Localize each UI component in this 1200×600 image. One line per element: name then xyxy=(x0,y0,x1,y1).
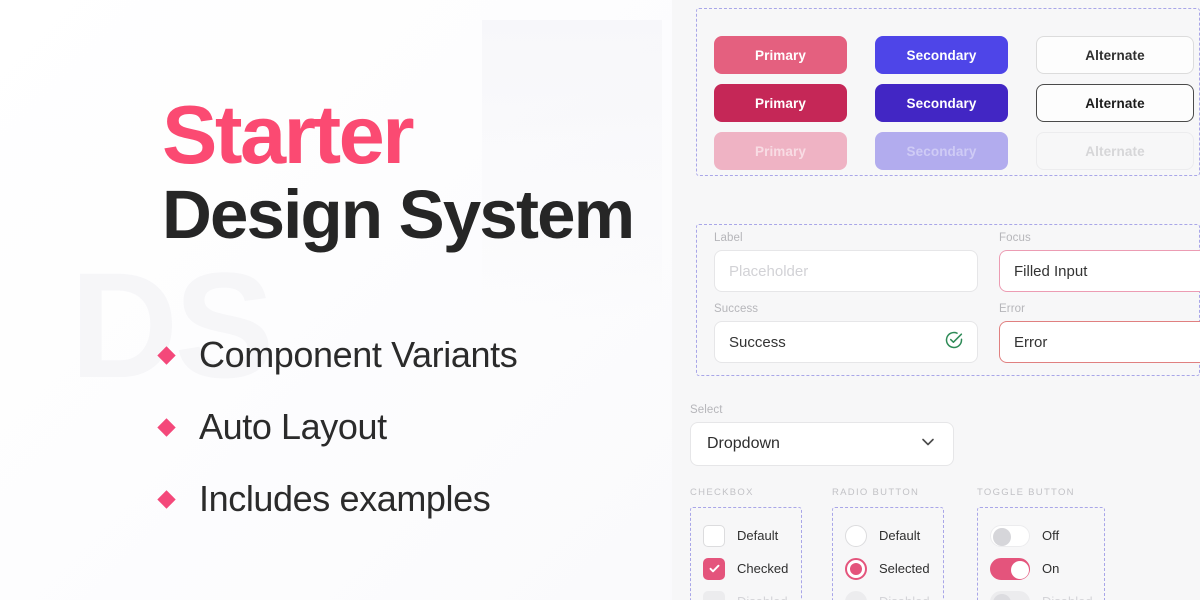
toggle-on[interactable] xyxy=(990,557,1030,580)
secondary-button-disabled: Secondary xyxy=(875,132,1008,170)
list-item: Includes examples xyxy=(157,478,517,520)
alternate-button-default[interactable]: Alternate xyxy=(1036,36,1194,74)
select-field-wrapper: Select Dropdown xyxy=(690,404,954,466)
checkbox-row-disabled: Disabled xyxy=(703,585,789,600)
checkbox-label-checked: Checked xyxy=(737,561,789,576)
toggle-label-off: Off xyxy=(1042,528,1060,543)
toggle-label-on: On xyxy=(1042,561,1060,576)
title-line-starter: Starter xyxy=(162,88,415,181)
diamond-bullet-icon xyxy=(157,489,176,509)
focus-field-input[interactable]: Filled Input xyxy=(999,250,1200,292)
check-circle-icon xyxy=(944,330,964,354)
label-field-wrapper: Label Placeholder xyxy=(714,232,978,292)
alternate-button-column: Alternate Alternate Alternate xyxy=(1036,36,1194,180)
error-field-input[interactable]: Error xyxy=(999,321,1200,363)
error-field-wrapper: Error Error xyxy=(999,303,1200,363)
radio-selected[interactable] xyxy=(845,557,867,580)
page-title: Starter Design System xyxy=(162,88,635,254)
checkbox-label-disabled: Disabled xyxy=(737,594,788,600)
feature-label: Component Variants xyxy=(199,334,518,375)
select-value: Dropdown xyxy=(707,435,780,452)
components-panel: Primary Primary Primary Secondary Second… xyxy=(672,0,1200,600)
title-line-design-system: Design System xyxy=(162,176,635,254)
select-label: Select xyxy=(690,404,723,416)
feature-list: Component Variants Auto Layout Includes … xyxy=(157,334,518,550)
diamond-bullet-icon xyxy=(157,345,176,365)
toggle-knob xyxy=(993,527,1011,546)
radio-label-disabled: Disabled xyxy=(879,594,930,600)
success-field-label: Success xyxy=(714,303,759,315)
alternate-button-pressed[interactable]: Alternate xyxy=(1036,84,1194,122)
focus-field-label: Focus xyxy=(999,232,1031,244)
radio-label-selected: Selected xyxy=(879,561,930,576)
toggle-row-off: Off xyxy=(990,519,1092,552)
toggle-off[interactable] xyxy=(990,524,1030,547)
checkbox-group-guide: Default Checked Disabled xyxy=(690,507,802,600)
toggle-group-guide: Off On Disabled xyxy=(977,507,1105,600)
checkmark-icon xyxy=(709,564,719,573)
toggle-disabled xyxy=(990,590,1030,600)
radio-row-default: Default xyxy=(845,519,931,552)
toggle-label-disabled: Disabled xyxy=(1042,594,1093,600)
radio-section: RADIO BUTTON Default Selected Disabled xyxy=(832,487,944,600)
toggle-section-title: TOGGLE BUTTON xyxy=(977,487,1075,498)
checkbox-default[interactable] xyxy=(703,524,725,547)
select-dropdown[interactable]: Dropdown xyxy=(690,422,954,466)
radio-label-default: Default xyxy=(879,528,921,543)
list-item: Component Variants xyxy=(157,334,518,376)
primary-button-disabled: Primary xyxy=(714,132,847,170)
primary-button-column: Primary Primary Primary xyxy=(714,36,847,180)
checkbox-section-title: CHECKBOX xyxy=(690,487,754,498)
toggle-knob xyxy=(993,593,1011,600)
label-field-input[interactable]: Placeholder xyxy=(714,250,978,292)
checkbox-section: CHECKBOX Default Checked Disabled xyxy=(690,487,802,600)
radio-row-disabled: Disabled xyxy=(845,585,931,600)
list-item: Auto Layout xyxy=(157,406,517,448)
radio-row-selected: Selected xyxy=(845,552,931,585)
radio-default[interactable] xyxy=(845,524,867,547)
secondary-button-default[interactable]: Secondary xyxy=(875,36,1008,74)
alternate-button-disabled: Alternate xyxy=(1036,132,1194,170)
checkbox-label-default: Default xyxy=(737,528,779,543)
focus-field-wrapper: Focus Filled Input xyxy=(999,232,1200,292)
success-field-input[interactable]: Success xyxy=(714,321,978,363)
toggle-row-disabled: Disabled xyxy=(990,585,1093,600)
checkbox-row-checked: Checked xyxy=(703,552,789,585)
label-field-label: Label xyxy=(714,232,743,244)
toggle-knob xyxy=(1011,560,1029,579)
toggle-row-on: On xyxy=(990,552,1092,585)
primary-button-default[interactable]: Primary xyxy=(714,36,847,74)
radio-disabled xyxy=(845,590,867,600)
error-field-label: Error xyxy=(999,303,1026,315)
success-field-wrapper: Success Success xyxy=(714,303,978,363)
radio-section-title: RADIO BUTTON xyxy=(832,487,920,498)
hero-panel: DS Starter Design System Component Varia… xyxy=(0,0,672,600)
primary-button-pressed[interactable]: Primary xyxy=(714,84,847,122)
checkbox-checked[interactable] xyxy=(703,557,725,580)
success-field-value: Success xyxy=(729,333,786,351)
diamond-bullet-icon xyxy=(157,417,176,437)
checkbox-disabled xyxy=(703,590,725,600)
radio-group-guide: Default Selected Disabled xyxy=(832,507,944,600)
checkbox-row-default: Default xyxy=(703,519,789,552)
feature-label: Includes examples xyxy=(199,478,491,519)
secondary-button-pressed[interactable]: Secondary xyxy=(875,84,1008,122)
secondary-button-column: Secondary Secondary Secondary xyxy=(875,36,1008,180)
toggle-section: TOGGLE BUTTON Off On Disabled xyxy=(977,487,1105,600)
feature-label: Auto Layout xyxy=(199,406,387,447)
chevron-down-icon xyxy=(919,433,937,456)
design-system-preview: DS Starter Design System Component Varia… xyxy=(0,0,1200,600)
